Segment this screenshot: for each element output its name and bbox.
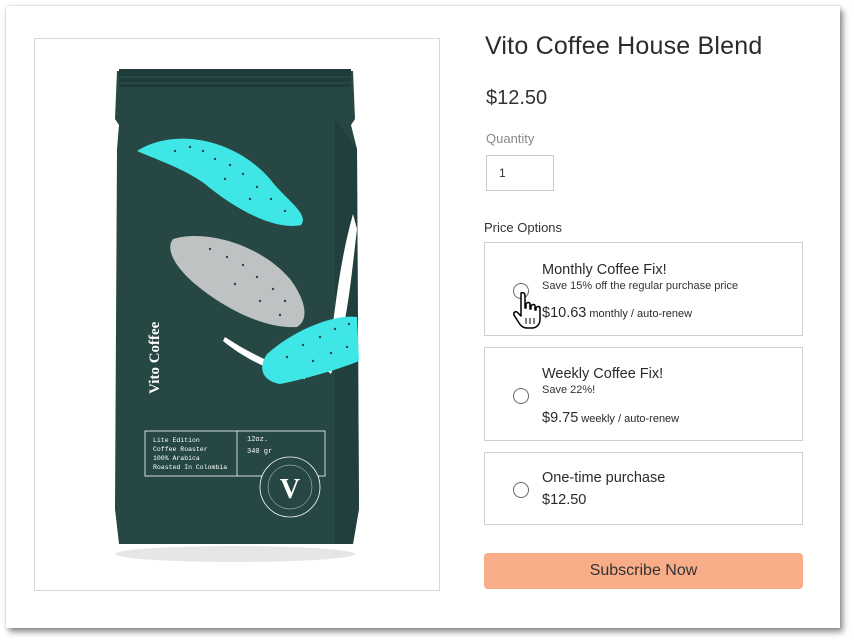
subscribe-now-button[interactable]: Subscribe Now (484, 553, 803, 589)
price-option-weekly[interactable]: Weekly Coffee Fix! Save 22%! $9.75 weekly… (484, 347, 803, 441)
bag-brand-text: Vito Coffee (147, 321, 163, 394)
option-price: $9.75 weekly / auto-renew (542, 409, 679, 427)
option-description: Save 15% off the regular purchase price (542, 280, 739, 292)
price-options-label: Price Options (484, 220, 563, 235)
bag-line4: Roasted In Colombia (153, 464, 227, 471)
bag-emblem-letter: V (280, 474, 300, 505)
option-name: One-time purchase (542, 470, 666, 486)
option-price: $12.50 (542, 491, 586, 509)
option-price: $10.63 monthly / auto-renew (542, 304, 692, 322)
quantity-input[interactable] (486, 155, 554, 191)
product-title: Vito Coffee House Blend (485, 32, 763, 60)
radio-weekly[interactable] (513, 388, 529, 404)
coffee-bag-illustration: Vito Coffee Lite Edition Coffee Roaster … (115, 69, 359, 562)
product-price: $12.50 (486, 87, 548, 109)
product-image: Vito Coffee Lite Edition Coffee Roaster … (34, 38, 440, 591)
bag-weight-g: 340 gr (247, 448, 272, 456)
option-amount: $9.75 (542, 410, 579, 426)
bag-weight-oz: 12oz. (247, 436, 268, 444)
bag-line3: 100% Arabica (153, 455, 200, 462)
radio-one-time[interactable] (513, 482, 529, 498)
price-option-one-time[interactable]: One-time purchase $12.50 (484, 452, 803, 525)
bag-line2: Coffee Roaster (153, 446, 208, 453)
option-amount: $10.63 (542, 305, 587, 321)
option-description: Save 22%! (542, 384, 596, 396)
option-name: Monthly Coffee Fix! (542, 262, 667, 278)
option-amount: $12.50 (542, 492, 587, 508)
bag-edition: Lite Edition (153, 437, 200, 444)
hand-pointer-icon (512, 291, 546, 336)
quantity-label: Quantity (486, 131, 535, 146)
option-frequency: monthly / auto-renew (589, 308, 693, 320)
option-name: Weekly Coffee Fix! (542, 366, 664, 382)
option-frequency: weekly / auto-renew (581, 413, 680, 425)
